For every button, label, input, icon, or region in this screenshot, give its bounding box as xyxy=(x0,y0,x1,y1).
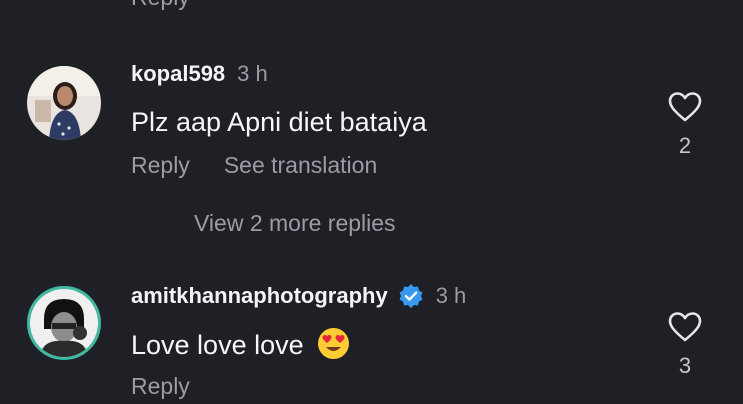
like-control: 3 xyxy=(667,311,703,379)
see-translation-button[interactable]: See translation xyxy=(224,152,377,179)
username[interactable]: amitkhannaphotography xyxy=(131,283,388,309)
timestamp: 3 h xyxy=(435,283,467,308)
like-control: 2 xyxy=(667,91,703,159)
heart-eyes-emoji-icon xyxy=(318,328,350,359)
user-photo-avatar xyxy=(27,66,101,140)
heart-icon[interactable] xyxy=(668,91,702,123)
comment-text: Plz aap Apni diet bataiya xyxy=(131,107,427,137)
comment-meta: kopal598 3 h xyxy=(131,61,268,87)
comment-actions: Reply See translation xyxy=(131,152,377,179)
comment-text-content: Love love love xyxy=(131,330,304,360)
like-count: 2 xyxy=(678,133,692,158)
comment-actions: Reply xyxy=(131,373,190,400)
comment-text: Love love love xyxy=(131,327,350,361)
view-more-replies-button[interactable]: View 2 more replies xyxy=(194,210,396,237)
avatar[interactable] xyxy=(27,286,101,360)
timestamp: 3 h xyxy=(237,61,268,86)
heart-icon[interactable] xyxy=(668,311,702,343)
partial-reply-link[interactable]: Reply xyxy=(131,0,190,11)
user-photo-avatar xyxy=(30,289,98,357)
reply-button[interactable]: Reply xyxy=(131,373,190,400)
username[interactable]: kopal598 xyxy=(131,61,225,87)
comment-meta: amitkhannaphotography 3 h xyxy=(131,283,466,309)
like-count: 3 xyxy=(678,353,692,378)
avatar[interactable] xyxy=(27,66,101,140)
verified-badge-icon xyxy=(399,284,423,308)
reply-button[interactable]: Reply xyxy=(131,152,190,179)
